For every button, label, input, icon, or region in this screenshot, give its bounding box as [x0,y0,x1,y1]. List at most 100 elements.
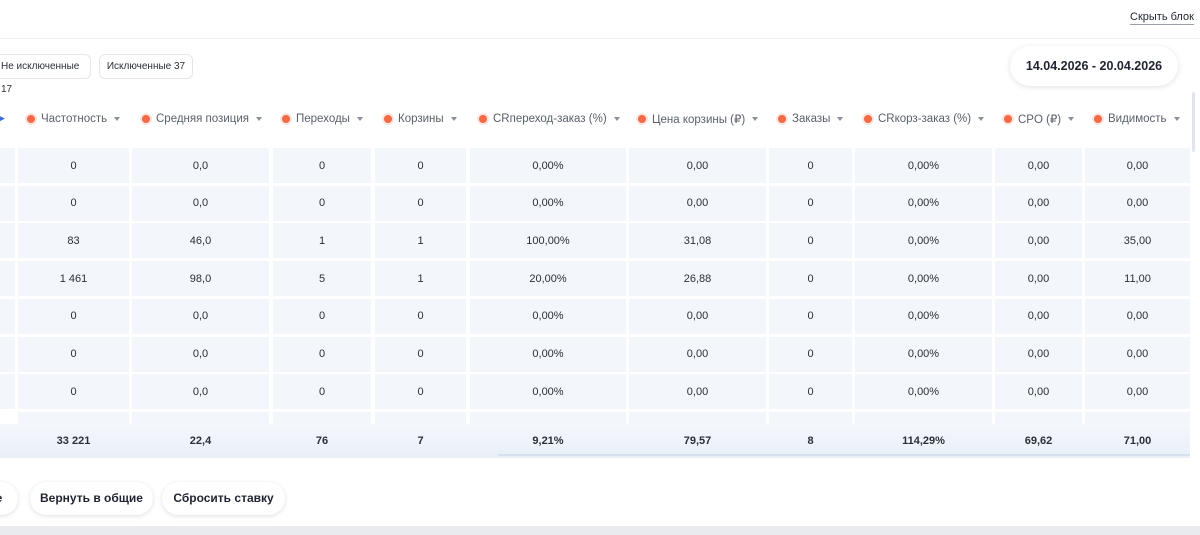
table-cell: 0,00% [855,298,992,334]
table-cell-clipped [1085,411,1190,424]
table-cell: 0,00 [995,261,1082,297]
sort-caret-icon [1068,117,1075,121]
hide-block-link[interactable]: Скрыть блок [1130,11,1194,25]
table-cell: 0 [273,148,371,183]
table-cell: 26,88 [629,261,766,297]
partial-action-button[interactable]: е [0,482,18,515]
table-cell: 0,00 [629,185,766,221]
table-cell: 0 [273,374,371,410]
table-cell: 0 [18,298,129,334]
column-header-frequency[interactable]: Частотность [27,110,121,128]
status-dot-icon [778,115,786,123]
top-divider [0,38,1200,39]
vertical-scrollbar[interactable] [1192,92,1195,152]
table-cell-clipped [18,411,129,424]
table-cell: 0 [769,298,852,334]
table-cell: 0 [273,336,371,372]
table-cell: 0 [375,374,466,410]
table-cell: 0,00 [995,374,1082,410]
column-header-label: CRпереход-заказ (%) [493,113,607,125]
table-cell: 1 [273,223,371,259]
status-dot-icon [638,115,646,123]
total-cell: 79,57 [683,435,712,447]
table-cell: 0 [18,148,129,183]
table-cell: 0,00 [995,298,1082,334]
table-cell: 0 [769,223,852,259]
total-cell: 69,62 [1024,435,1053,447]
sort-caret-icon [1173,117,1180,121]
column-header-cr-click-order[interactable]: CRпереход-заказ (%) [479,110,620,128]
column-header-label: Цена корзины (₽) [652,114,746,126]
column-header-label: Средняя позиция [156,113,249,125]
status-dot-icon [1004,115,1012,123]
table-cell: 0,00 [995,148,1082,183]
table-cell-clipped [769,411,852,424]
table-cell-clipped [995,411,1082,424]
table-cell-clipped [470,411,626,424]
table-cell: 0,00% [470,148,626,183]
table-cell: 0,00 [1085,298,1190,334]
status-dot-icon [282,115,290,123]
column-header-label: CPO (₽) [1018,114,1062,126]
return-to-general-button[interactable]: Вернуть в общие [30,482,153,515]
sort-caret-icon [837,117,844,121]
column-header-cpo[interactable]: CPO (₽) [1004,110,1075,128]
column-header-visibility[interactable]: Видимость [1094,110,1180,128]
table-cell-clipped [132,411,269,424]
total-cell: 71,00 [1123,435,1152,447]
table-cell: 0 [273,185,371,221]
table-cell-partial [0,336,15,372]
table-cell: 0,00% [855,336,992,372]
table-cell: 0 [375,336,466,372]
table-cell: 0,00 [1085,336,1190,372]
column-header-avg-position[interactable]: Средняя позиция [142,110,262,128]
table-cell: 0,00 [629,148,766,183]
filter-not-excluded-chip[interactable]: Не исключенные 17 [0,54,91,95]
sort-caret-icon [114,117,121,121]
table-cell: 0,00 [1085,148,1190,183]
table-cell: 0,0 [132,185,269,221]
column-header-carts[interactable]: Корзины [384,110,457,128]
table-cell-clipped [375,411,466,424]
total-cell: 7 [417,435,424,447]
table-cell: 0,00% [470,374,626,410]
total-cell: 22,4 [189,435,212,447]
total-cell: 33 221 [56,435,91,447]
table-cell: 0,0 [132,336,269,372]
table-cell: 0 [273,298,371,334]
table-cell: 1 461 [18,261,129,297]
table-cell: 0,00 [629,374,766,410]
status-dot-icon [479,115,487,123]
table-cell: 0,00 [995,336,1082,372]
table-cell: 0,0 [132,374,269,410]
table-cell: 5 [273,261,371,297]
reset-bid-button[interactable]: Сбросить ставку [162,482,285,515]
table-cell: 0,00 [629,336,766,372]
table-cell-partial [0,298,15,334]
sort-caret-icon [255,117,262,121]
column-header-orders[interactable]: Заказы [778,110,844,128]
table-cell: 0 [769,185,852,221]
date-range-button[interactable]: 14.04.2026 - 20.04.2026 [1010,46,1178,86]
scroll-left-icon[interactable]: ▶ [0,112,5,124]
column-header-cr-cart-order[interactable]: CRкорз-заказ (%) [864,110,985,128]
filter-excluded-chip[interactable]: Исключенные 37 [99,54,193,79]
table-cell: 0,00 [995,185,1082,221]
total-cell: 9,21% [532,435,564,447]
sort-caret-icon [613,117,620,121]
column-header-label: CRкорз-заказ (%) [878,113,972,125]
table-cell: 83 [18,223,129,259]
table-cell: 0,00 [1085,185,1190,221]
table-cell: 0,00 [629,298,766,334]
table-cell: 0,00% [855,223,992,259]
table-cell: 0,00% [855,374,992,410]
table-cell-clipped [273,411,371,424]
column-header-clicks[interactable]: Переходы [282,110,363,128]
horizontal-scrollbar[interactable] [0,526,1200,535]
column-header-cart-price[interactable]: Цена корзины (₽) [638,110,759,128]
table-cell-partial [0,148,15,183]
table-cell: 0 [375,185,466,221]
table-cell: 0,0 [132,148,269,183]
table-cell: 0,00% [470,298,626,334]
table-cell: 0 [375,148,466,183]
